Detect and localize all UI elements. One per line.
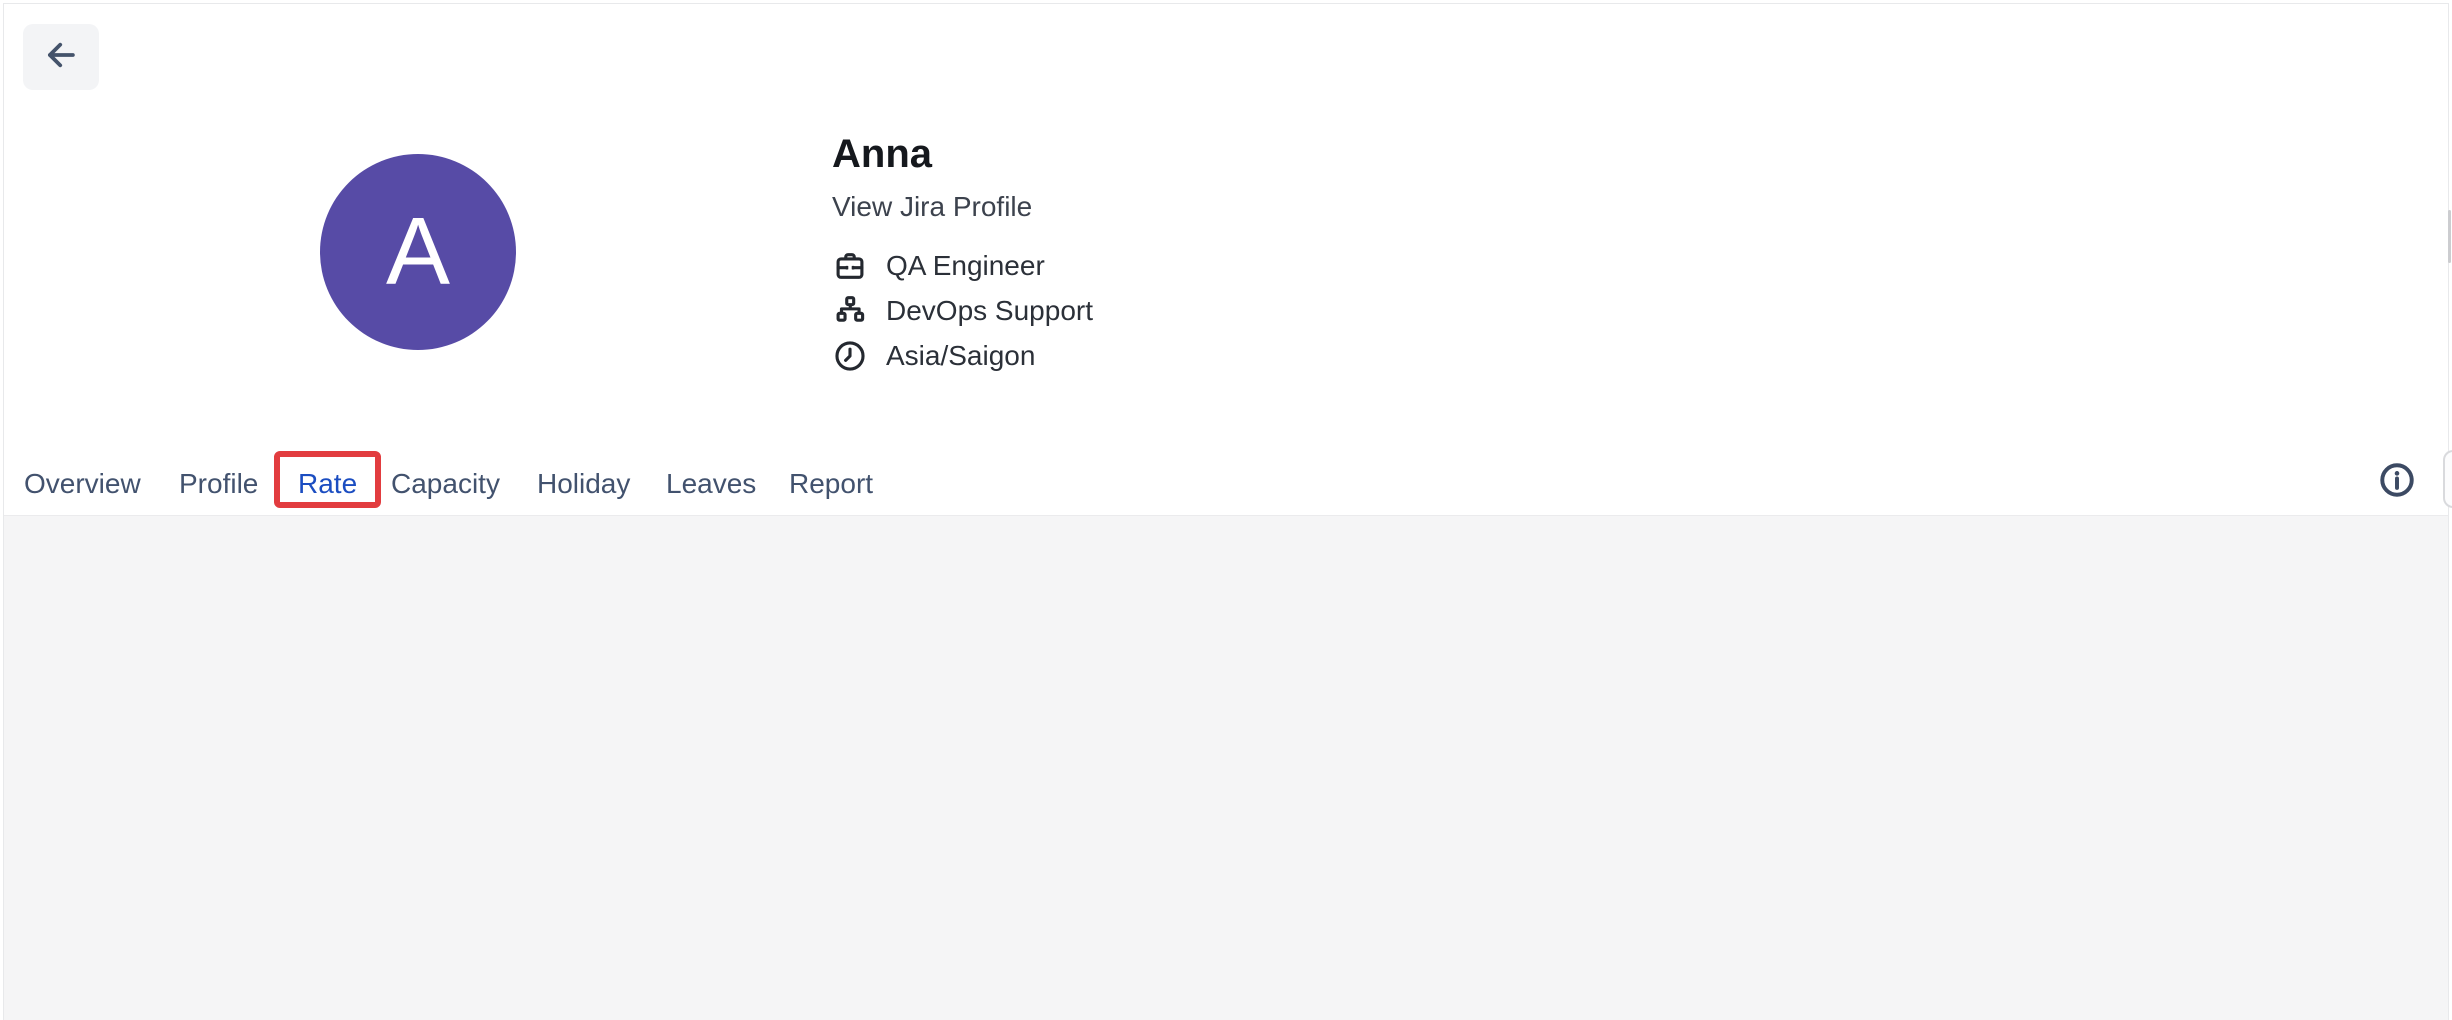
- tab-overview[interactable]: Overview: [24, 468, 141, 500]
- profile-details: QA Engineer DevOps Support: [832, 248, 1093, 374]
- scrollbar-thumb[interactable]: [2448, 210, 2451, 263]
- briefcase-icon: [832, 248, 868, 284]
- avatar-letter: A: [386, 197, 450, 307]
- info-button[interactable]: [2377, 462, 2417, 502]
- clipped-side-element: [2443, 450, 2452, 508]
- sitemap-icon: [832, 293, 868, 329]
- arrow-left-icon: [42, 36, 80, 79]
- tab-rate[interactable]: Rate: [298, 468, 357, 500]
- detail-row-team: DevOps Support: [832, 293, 1093, 329]
- page-title: Anna: [832, 130, 1093, 178]
- tab-bar: Overview Profile Rate Capacity Holiday L…: [4, 456, 2448, 516]
- tab-leaves[interactable]: Leaves: [666, 468, 756, 500]
- team-text: DevOps Support: [886, 295, 1093, 327]
- profile-info: Anna View Jira Profile QA Engineer: [832, 130, 1093, 374]
- role-text: QA Engineer: [886, 250, 1045, 282]
- detail-row-role: QA Engineer: [832, 248, 1093, 284]
- back-button[interactable]: [23, 24, 99, 90]
- tab-profile[interactable]: Profile: [179, 468, 258, 500]
- avatar: A: [320, 154, 516, 350]
- info-icon: [2378, 461, 2416, 504]
- view-jira-profile-link[interactable]: View Jira Profile: [832, 190, 1093, 224]
- tab-report[interactable]: Report: [789, 468, 873, 500]
- content-background: RESOURCE RATES Create resource rate From…: [4, 515, 2448, 1020]
- timezone-text: Asia/Saigon: [886, 340, 1035, 372]
- detail-row-timezone: Asia/Saigon: [832, 338, 1093, 374]
- app-panel: A Anna View Jira Profile QA Engineer: [3, 3, 2449, 1020]
- clock-icon: [832, 338, 868, 374]
- tab-capacity[interactable]: Capacity: [391, 468, 500, 500]
- tab-holiday[interactable]: Holiday: [537, 468, 630, 500]
